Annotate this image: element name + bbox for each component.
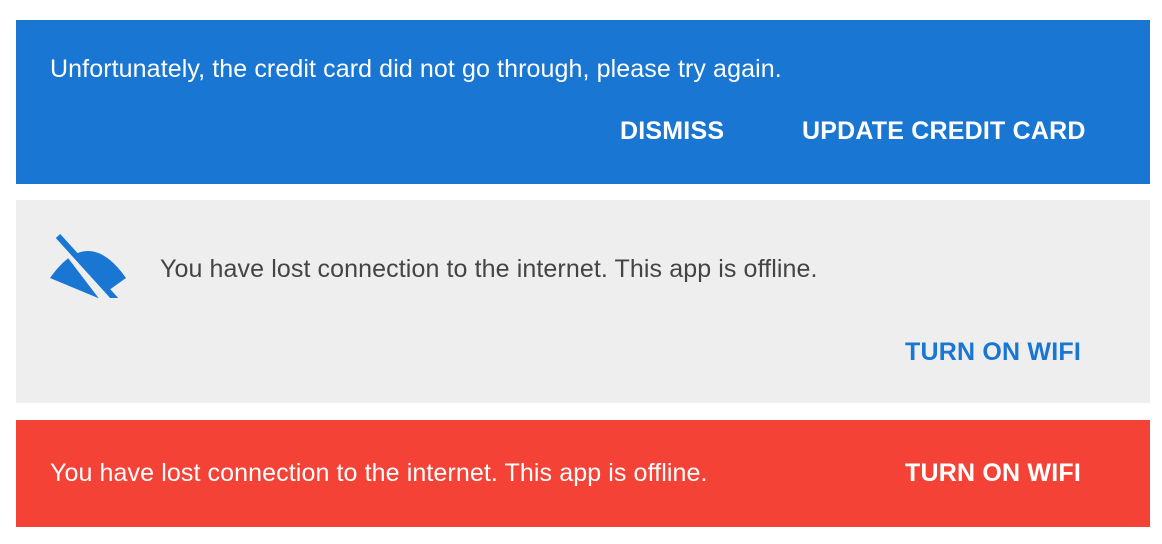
wifi-off-icon bbox=[48, 230, 128, 314]
offline-banner-compact: You have lost connection to the internet… bbox=[16, 420, 1150, 527]
dismiss-button[interactable]: DISMISS bbox=[620, 119, 724, 144]
update-credit-card-button[interactable]: UPDATE CREDIT CARD bbox=[802, 119, 1086, 144]
offline-message: You have lost connection to the internet… bbox=[160, 255, 818, 283]
turn-on-wifi-button-compact[interactable]: TURN ON WIFI bbox=[905, 461, 1081, 486]
offline-banner: You have lost connection to the internet… bbox=[16, 200, 1150, 403]
payment-error-message: Unfortunately, the credit card did not g… bbox=[50, 55, 782, 83]
payment-error-banner: Unfortunately, the credit card did not g… bbox=[16, 20, 1150, 184]
offline-message-compact: You have lost connection to the internet… bbox=[50, 459, 708, 487]
turn-on-wifi-button[interactable]: TURN ON WIFI bbox=[905, 340, 1081, 365]
